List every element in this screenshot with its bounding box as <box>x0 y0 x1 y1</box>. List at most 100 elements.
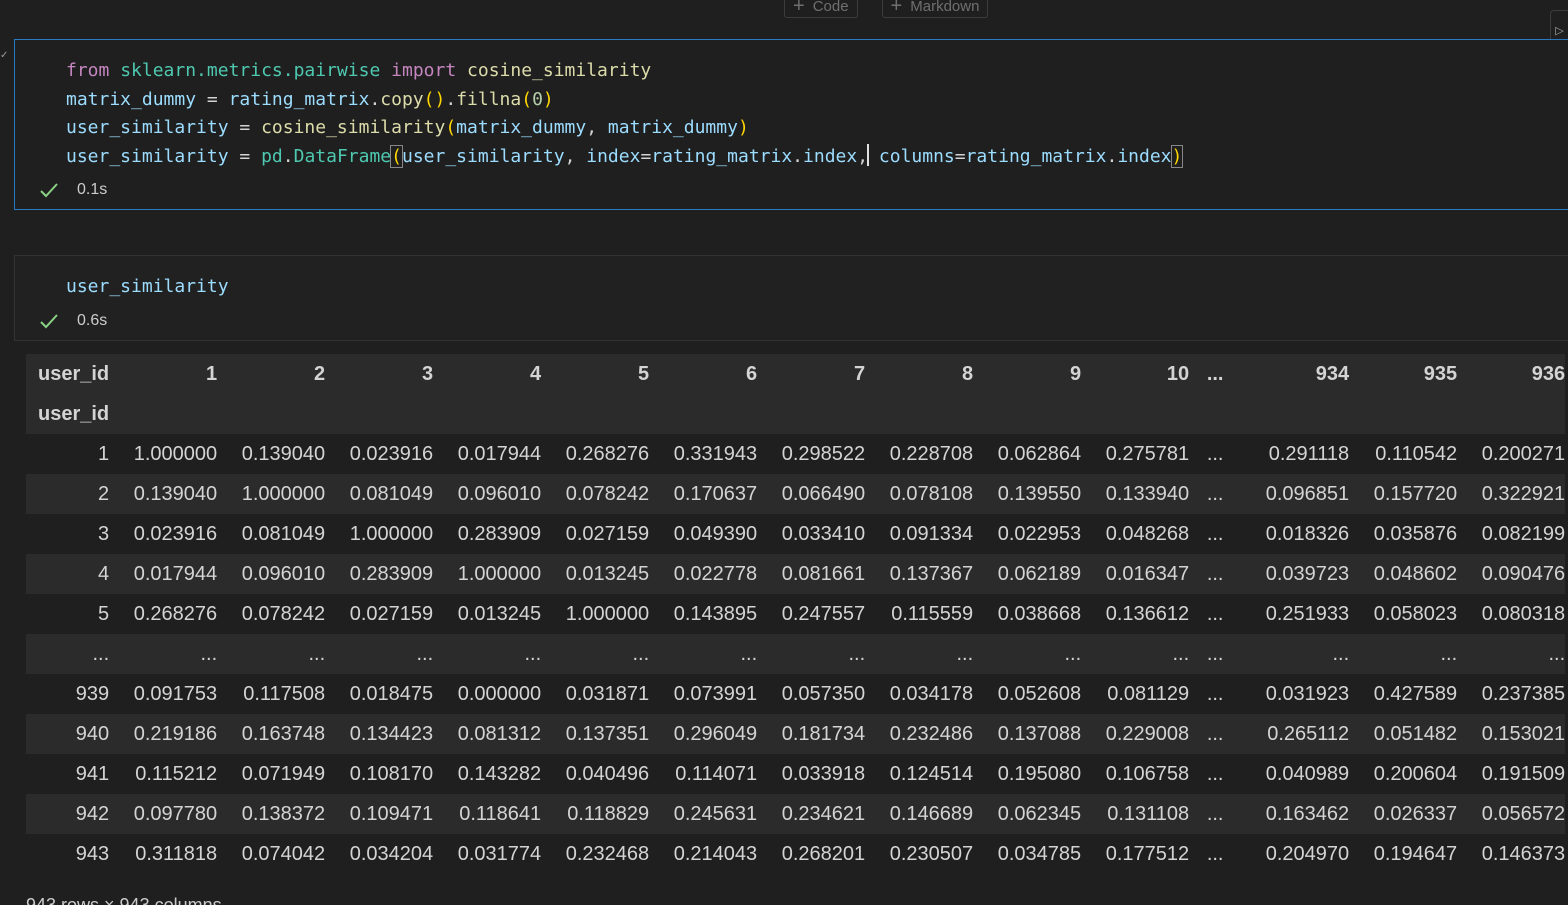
column-header: 8 <box>962 362 974 385</box>
table-cell: 0.118829 <box>567 802 650 825</box>
table-cell: 0.018326 <box>1265 522 1350 545</box>
table-cell: 0.232486 <box>889 722 974 745</box>
notebook-editor: + Code + Markdown ✓ ▷ from sklearn.metri… <box>0 0 1568 905</box>
add-cell-toolbar: + Code + Markdown <box>784 0 989 18</box>
table-cell: ... <box>416 642 434 665</box>
table-cell: ... <box>1332 642 1350 665</box>
table-cell: 0.081661 <box>781 562 866 585</box>
table-cell: 0.322921 <box>1481 482 1566 505</box>
table-cell: 0.131108 <box>1107 802 1190 825</box>
table-cell: 0.057350 <box>781 682 866 705</box>
table-cell: 0.298522 <box>781 442 866 465</box>
table-cell: 0.115559 <box>891 602 974 625</box>
row-index: 3 <box>98 522 110 545</box>
table-cell: 0.062864 <box>997 442 1082 465</box>
table-cell: 0.058023 <box>1373 602 1458 625</box>
table-cell: 0.080318 <box>1481 602 1566 625</box>
add-markdown-cell-button[interactable]: + Markdown <box>881 0 989 18</box>
table-cell: ... <box>1206 442 1224 465</box>
table-cell: 0.214043 <box>673 842 758 865</box>
table-cell: 0.177512 <box>1105 842 1190 865</box>
column-header: 2 <box>314 362 326 385</box>
table-cell: 0.110542 <box>1375 442 1458 465</box>
table-cell: 0.078242 <box>241 602 326 625</box>
table-cell: ... <box>200 642 218 665</box>
table-cell: ... <box>1548 642 1566 665</box>
table-cell: 0.137367 <box>889 562 974 585</box>
success-check-icon <box>40 314 58 329</box>
table-cell: 0.136612 <box>1105 602 1190 625</box>
table-cell: 0.081312 <box>457 722 542 745</box>
row-index: 940 <box>75 722 110 745</box>
table-cell: 0.139040 <box>241 442 326 465</box>
cell-output: user_id 1 2 3 4 5 6 7 8 9 10... 934 935 936 user_id … <box>26 354 1568 874</box>
table-cell: 0.017944 <box>133 562 218 585</box>
add-markdown-label: Markdown <box>910 0 980 15</box>
table-cell: 0.106758 <box>1105 762 1190 785</box>
table-cell: 0.311818 <box>135 842 218 865</box>
code-cell-2[interactable]: user_similarity 0.6s <box>14 255 1568 341</box>
add-code-label: Code <box>812 0 849 15</box>
columns-name: user_id <box>38 362 110 385</box>
table-cell: 0.096010 <box>457 482 542 505</box>
table-cell: 0.033918 <box>781 762 866 785</box>
table-cell: 0.115212 <box>135 762 218 785</box>
row-index: 939 <box>75 682 110 705</box>
row-index: 5 <box>98 602 110 625</box>
table-cell: 0.146689 <box>889 802 974 825</box>
table-cell: 0.000000 <box>457 682 542 705</box>
table-cell: 0.114071 <box>675 762 758 785</box>
table-cell: 0.247557 <box>781 602 866 625</box>
table-cell: 0.052608 <box>997 682 1082 705</box>
table-cell: 0.056572 <box>1481 802 1566 825</box>
table-cell: 1.000000 <box>457 562 542 585</box>
table-cell: 0.049390 <box>673 522 758 545</box>
table-cell: 0.229008 <box>1105 722 1190 745</box>
table-cell: 0.016347 <box>1105 562 1190 585</box>
code-editor-2[interactable]: user_similarity <box>15 256 1568 302</box>
table-cell: 0.091334 <box>889 522 974 545</box>
table-row: 3 0.023916 0.081049 1.000000 0.283909 0.02715… <box>26 514 1566 554</box>
empty-header-cell <box>541 394 649 434</box>
table-cell: ... <box>848 642 866 665</box>
table-cell: 0.017944 <box>457 442 542 465</box>
table-cell: 0.118641 <box>459 802 542 825</box>
empty-header-cell <box>109 394 217 434</box>
table-cell: 0.283909 <box>457 522 542 545</box>
table-cell: 0.031871 <box>565 682 650 705</box>
table-cell: 1.000000 <box>565 602 650 625</box>
table-cell: 0.023916 <box>349 442 434 465</box>
column-header: 5 <box>638 362 650 385</box>
table-cell: ... <box>1206 562 1224 585</box>
table-cell: 0.027159 <box>349 602 434 625</box>
table-cell: 0.082199 <box>1481 522 1566 545</box>
empty-header-cell <box>325 394 433 434</box>
table-cell: 0.137351 <box>565 722 650 745</box>
row-index: 941 <box>75 762 110 785</box>
table-cell: ... <box>1206 482 1224 505</box>
empty-header-cell <box>217 394 325 434</box>
column-header: 1 <box>206 362 218 385</box>
empty-header-cell <box>1349 394 1457 434</box>
table-cell: 0.230507 <box>889 842 974 865</box>
table-cell: 0.228708 <box>889 442 974 465</box>
table-cell: 0.048268 <box>1105 522 1190 545</box>
empty-header-cell <box>865 394 973 434</box>
cell-status-tick-icon: ✓ <box>0 50 9 61</box>
table-cell: 0.283909 <box>349 562 434 585</box>
table-cell: 0.018475 <box>349 682 434 705</box>
column-header: 935 <box>1423 362 1458 385</box>
table-cell: ... <box>1440 642 1458 665</box>
table-cell: 0.296049 <box>673 722 758 745</box>
add-code-cell-button[interactable]: + Code <box>784 0 858 18</box>
column-header: 9 <box>1070 362 1082 385</box>
table-cell: 0.268276 <box>133 602 218 625</box>
table-cell: 0.031923 <box>1265 682 1350 705</box>
table-cell: 0.027159 <box>565 522 650 545</box>
success-check-icon <box>40 183 58 198</box>
code-cell-1[interactable]: from sklearn.metrics.pairwise import cos… <box>14 39 1568 210</box>
code-editor-1[interactable]: from sklearn.metrics.pairwise import cos… <box>15 40 1568 172</box>
row-index: 943 <box>75 842 110 865</box>
table-cell: 0.034178 <box>889 682 974 705</box>
table-cell: 0.195080 <box>997 762 1082 785</box>
